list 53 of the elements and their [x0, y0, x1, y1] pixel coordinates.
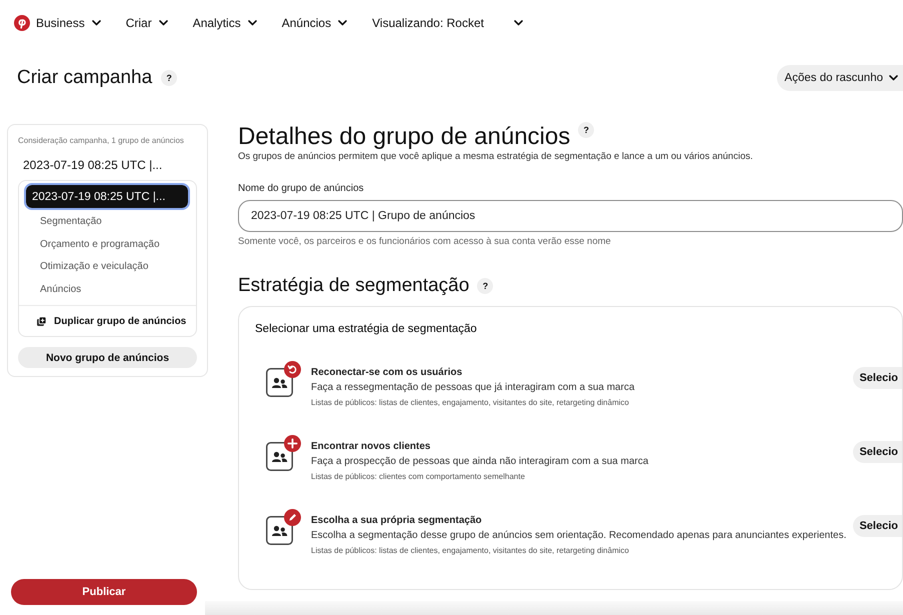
option-audience-list: Listas de públicos: clientes com comportamento semelhante: [311, 468, 854, 484]
section-link[interactable]: Anúncios: [36, 278, 86, 301]
nav-menu-button[interactable]: Visualizando: Rocket: [372, 13, 523, 33]
section-title: Estratégia de segmentação: [238, 274, 470, 298]
ad-group-item[interactable]: 2023-07-19 08:25 UTC |...: [26, 185, 188, 208]
option-audience-list: Listas de públicos: listas de clientes, engajamento, visitantes do site, retargeting dinâmico: [311, 394, 854, 410]
option-audience-list: Listas de públicos: listas de clientes, engajamento, visitantes do site, retargeting dinâmico: [311, 542, 854, 558]
help-button[interactable]: ?: [161, 70, 178, 86]
chevron-down-icon: [338, 20, 348, 26]
select-button[interactable]: Selecio: [853, 514, 902, 536]
chevron-down-icon: [158, 20, 168, 26]
nav-menu-button[interactable]: Analytics: [192, 13, 257, 33]
select-button[interactable]: Selecio: [853, 366, 902, 388]
pencil-badge-icon: [284, 508, 301, 526]
draft-actions-button[interactable]: Ações do rascunho: [776, 65, 903, 91]
field-label: Nome do grupo de anúncios: [238, 182, 365, 196]
pin-logo-icon[interactable]: [14, 15, 30, 31]
option-title: Reconectar-se com os usuários: [311, 366, 464, 380]
section-description: Os grupos de anúncios permitem que você aplique a mesma estratégia de segmentação e lance a um ou vários anúncios.: [238, 150, 754, 163]
refresh-badge-icon: [284, 360, 301, 378]
chevron-down-icon: [889, 75, 898, 81]
help-button[interactable]: ?: [578, 122, 594, 138]
campaign-item[interactable]: 2023-07-19 08:25 UTC |...: [19, 157, 166, 173]
section-link[interactable]: Orçamento e programação: [36, 234, 164, 256]
nav-menu-button[interactable]: Criar: [126, 13, 168, 33]
chevron-down-icon: [248, 20, 257, 26]
select-button[interactable]: Selecio: [853, 440, 902, 462]
duplicate-ad-group-button[interactable]: Duplicar grupo de anúncios: [26, 306, 186, 336]
chevron-down-icon: [92, 20, 101, 26]
page-title: Criar campanha: [17, 66, 152, 90]
nav-menu-button[interactable]: Business: [36, 13, 101, 33]
option-title: Escolha a sua própria segmentação: [311, 514, 483, 528]
chevron-down-icon: [514, 20, 523, 26]
duplicate-icon: [37, 316, 46, 326]
option-description: Escolha a segmentação desse grupo de anúncios sem orientação. Recomendado apenas para anunciantes experientes.: [311, 528, 848, 542]
people-icon: [266, 368, 293, 396]
people-icon: [266, 516, 293, 544]
help-button[interactable]: ?: [477, 278, 494, 294]
plus-badge-icon: [284, 434, 301, 452]
option-title: Encontrar novos clientes: [311, 440, 432, 454]
new-ad-group-button[interactable]: Novo grupo de anúncios: [18, 347, 197, 368]
field-helper-text: Somente você, os parceiros e os funcionários com acesso à sua conta verão esse nome: [238, 234, 612, 248]
option-description: Faça a ressegmentação de pessoas que já interagiram com a sua marca: [311, 380, 636, 394]
card-title: Selecionar uma estratégia de segmentação: [255, 322, 478, 336]
section-link[interactable]: Segmentação: [36, 211, 106, 234]
nav-menu-button[interactable]: Anúncios: [282, 13, 348, 33]
campaign-caption: Consideração campanha, 1 grupo de anúncios: [18, 135, 185, 147]
option-description: Faça a prospecção de pessoas que ainda não interagiram com a sua marca: [311, 454, 650, 468]
section-title: Detalhes do grupo de anúncios: [238, 124, 570, 150]
publish-button[interactable]: Publicar: [11, 579, 197, 605]
people-icon: [266, 442, 293, 470]
ad-group-name-field[interactable]: 2023-07-19 08:25 UTC | Grupo de anúncios: [238, 200, 903, 232]
section-link[interactable]: Otimização e veiculação: [36, 256, 152, 278]
